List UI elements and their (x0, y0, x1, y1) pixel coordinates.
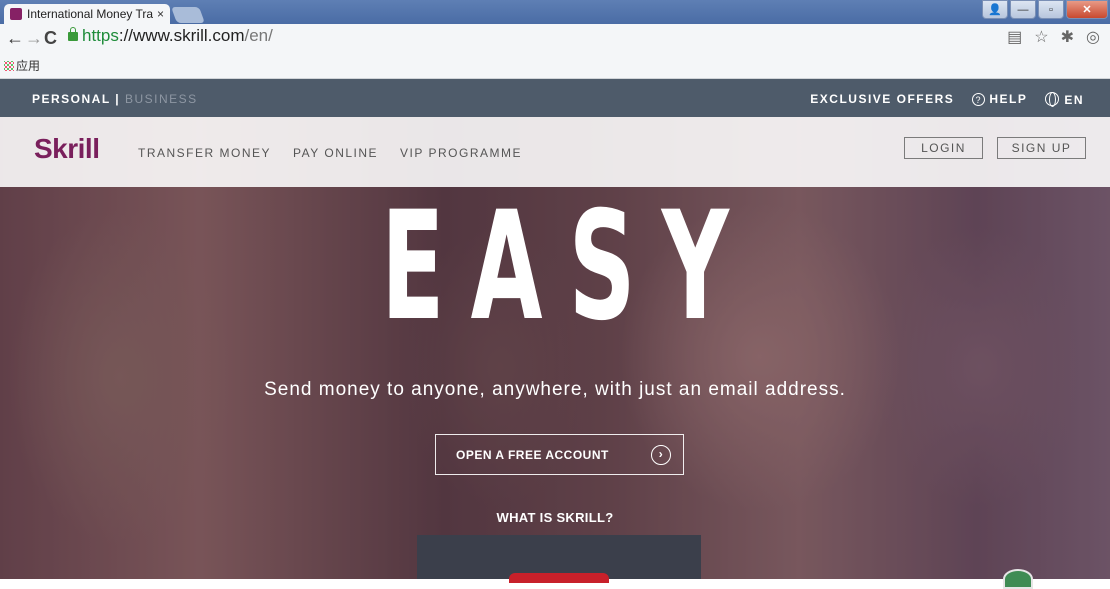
exclusive-offers-link[interactable]: EXCLUSIVE OFFERS (810, 92, 954, 107)
forward-icon[interactable]: → (25, 28, 43, 49)
toolbar-icons: ▤ ☆ ✱ ◎ (1007, 27, 1100, 47)
globe-icon (1045, 92, 1060, 107)
open-free-account-button[interactable]: OPEN A FREE ACCOUNT › (435, 434, 684, 475)
browser-tab-strip: International Money Tra × 👤 — ▫ ✕ (0, 0, 1110, 24)
address-bar[interactable]: https://www.skrill.com/en/ (82, 26, 273, 46)
language-selector[interactable]: EN (1045, 92, 1084, 107)
browser-toolbar: ← → C https://www.skrill.com/en/ ▤ ☆ ✱ ◎ (0, 24, 1110, 57)
maximize-icon[interactable]: ▫ (1038, 0, 1064, 19)
lock-icon (68, 27, 78, 41)
chevron-right-icon: › (651, 445, 671, 465)
url-scheme: https (82, 26, 119, 45)
close-window-icon[interactable]: ✕ (1066, 0, 1108, 19)
personal-link[interactable]: PERSONAL | (32, 92, 120, 106)
skrill-logo[interactable]: Skrill (34, 133, 100, 165)
new-tab-button[interactable] (171, 7, 205, 23)
translate-icon[interactable]: ▤ (1007, 27, 1022, 47)
nav-links: TRANSFER MONEY PAY ONLINE VIP PROGRAMME (138, 146, 522, 160)
nav-pay-online[interactable]: PAY ONLINE (293, 146, 378, 160)
window-controls: 👤 — ▫ ✕ (982, 0, 1108, 19)
segment-switch: PERSONAL | BUSINESS (32, 92, 198, 106)
url-path: /en/ (244, 26, 273, 45)
hero-tagline: Send money to anyone, anywhere, with jus… (264, 379, 846, 400)
star-icon[interactable]: ☆ (1034, 27, 1048, 47)
extension-icon[interactable]: ✱ (1061, 27, 1074, 47)
nav-vip-programme[interactable]: VIP PROGRAMME (400, 146, 522, 160)
top-bar: PERSONAL | BUSINESS EXCLUSIVE OFFERS ? HE… (0, 79, 1110, 117)
top-bar-links: EXCLUSIVE OFFERS ? HELP EN (810, 92, 1084, 107)
business-link[interactable]: BUSINESS (120, 92, 198, 106)
close-tab-icon[interactable]: × (157, 7, 164, 21)
cta-label: OPEN A FREE ACCOUNT (456, 447, 609, 462)
minimize-icon[interactable]: — (1010, 0, 1036, 19)
tab-title: International Money Tra (27, 7, 153, 21)
skrill-favicon-icon (10, 8, 22, 20)
hero-headline: EASY (381, 180, 756, 354)
chat-widget-icon[interactable] (1003, 569, 1033, 589)
apps-icon[interactable] (4, 61, 14, 71)
main-nav: Skrill TRANSFER MONEY PAY ONLINE VIP PRO… (0, 117, 1110, 187)
back-icon[interactable]: ← (6, 28, 24, 49)
help-link[interactable]: ? HELP (972, 92, 1027, 107)
user-icon[interactable]: 👤 (982, 0, 1008, 19)
language-label: EN (1064, 93, 1084, 107)
login-button[interactable]: LOGIN (904, 137, 983, 159)
intro-video[interactable] (417, 535, 701, 583)
play-button[interactable] (509, 573, 609, 583)
browser-tab[interactable]: International Money Tra × (4, 4, 170, 24)
nav-transfer-money[interactable]: TRANSFER MONEY (138, 146, 271, 160)
what-is-skrill-heading: WHAT IS SKRILL? (496, 510, 614, 525)
url-host: ://www.skrill.com (118, 26, 245, 45)
reload-icon[interactable]: C (44, 28, 57, 49)
help-label: HELP (989, 92, 1028, 106)
shield-icon[interactable]: ◎ (1086, 27, 1100, 47)
help-icon: ? (972, 93, 986, 106)
bookmarks-bar: 应用 (0, 57, 1110, 79)
apps-label[interactable]: 应用 (16, 59, 40, 73)
signup-button[interactable]: SIGN UP (997, 137, 1086, 159)
